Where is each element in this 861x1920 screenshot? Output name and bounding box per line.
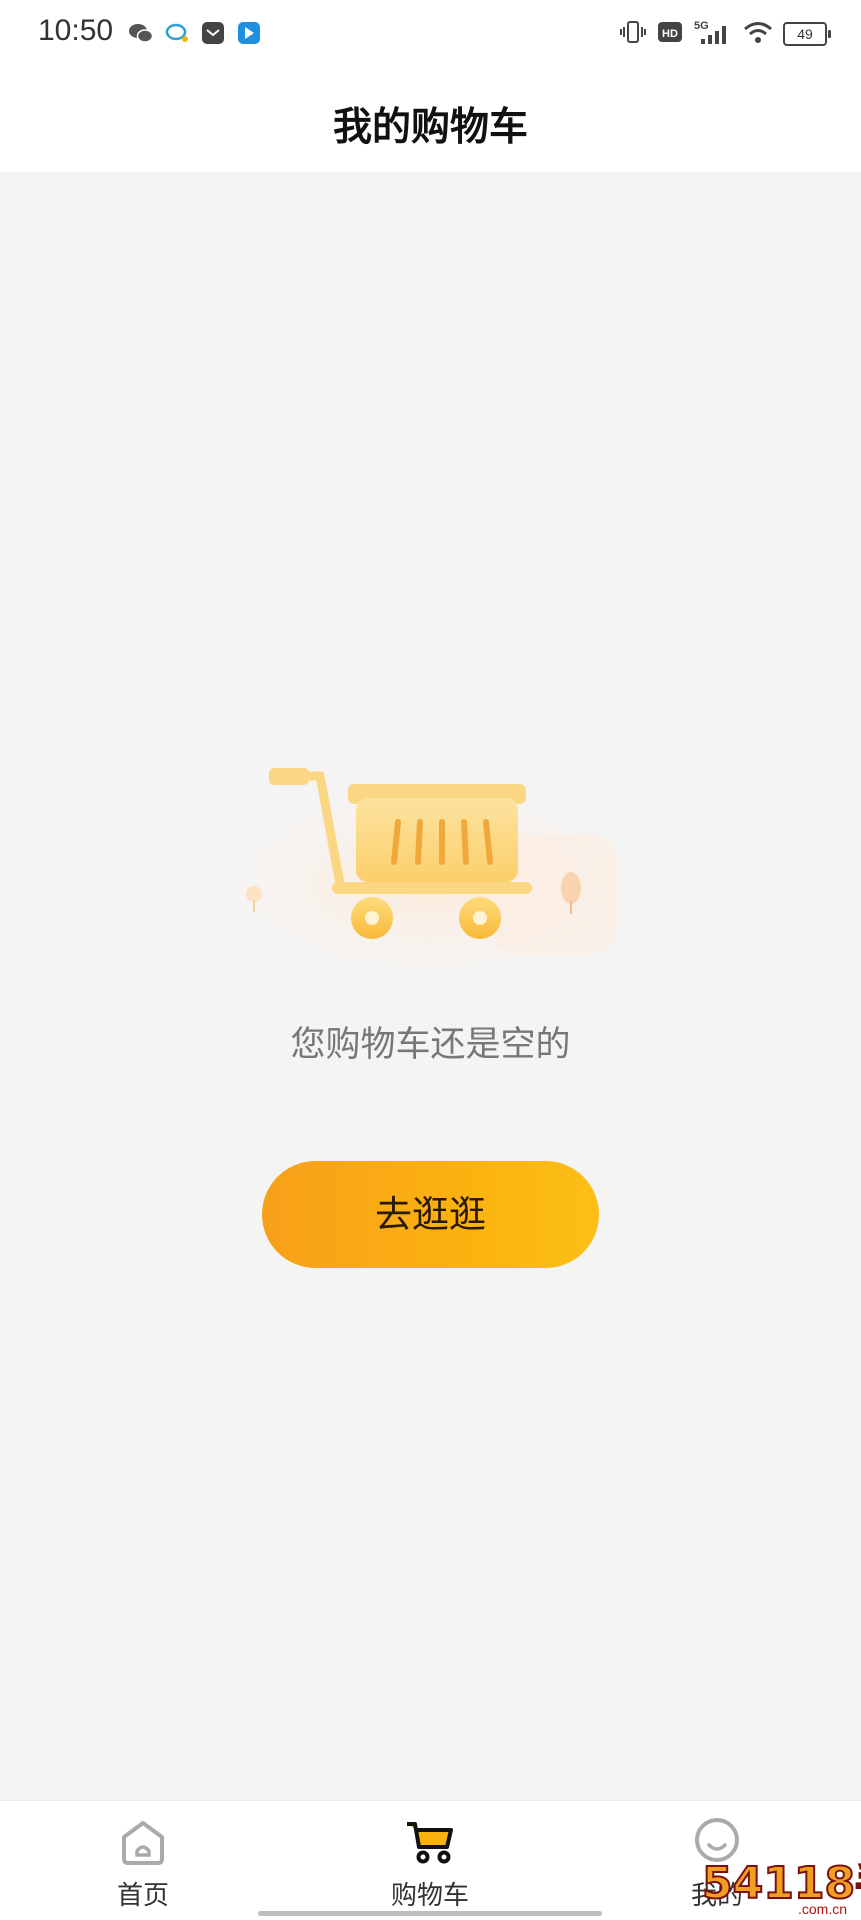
site-watermark: 54118手游网 .com.cn <box>701 1857 861 1917</box>
empty-cart-illustration <box>228 768 626 968</box>
page-title: 我的购物车 <box>332 105 528 150</box>
wechat-icon <box>128 20 154 46</box>
go-shopping-button[interactable]: 去逛逛 <box>262 1161 599 1268</box>
cart-icon <box>404 1815 456 1867</box>
nav-label-home: 首页 <box>116 1881 169 1911</box>
nav-item-home[interactable]: 首页 <box>43 1801 243 1920</box>
status-right-icons: HD 5G 49 <box>619 18 831 50</box>
svg-text:.com.cn: .com.cn <box>798 1901 847 1917</box>
app-screen: 10:50 HD 5G 49 我的购物车 您购物车还是空的 去逛逛 首页 购物车… <box>0 0 861 1920</box>
cellular-signal-icon: 5G <box>693 18 733 50</box>
empty-cart-message: 您购物车还是空的 <box>290 1025 571 1065</box>
notification-icons <box>128 20 262 46</box>
mail-app-icon <box>200 20 226 46</box>
navigation-app-icon <box>236 20 262 46</box>
nav-item-cart[interactable]: 购物车 <box>330 1801 530 1920</box>
chat-bubble-icon <box>164 20 190 46</box>
wifi-icon <box>743 20 773 48</box>
battery-indicator: 49 <box>783 22 831 46</box>
nav-label-cart: 购物车 <box>390 1881 469 1911</box>
home-indicator[interactable] <box>258 1911 602 1916</box>
status-bar: 10:50 HD 5G 49 <box>0 0 861 70</box>
vibrate-icon <box>619 20 647 48</box>
header-bar: 我的购物车 <box>0 70 861 172</box>
status-time: 10:50 <box>38 14 114 47</box>
svg-text:5G: 5G <box>694 20 709 32</box>
home-icon <box>117 1815 169 1867</box>
svg-text:HD: HD <box>662 28 678 40</box>
hd-badge: HD <box>657 20 683 48</box>
